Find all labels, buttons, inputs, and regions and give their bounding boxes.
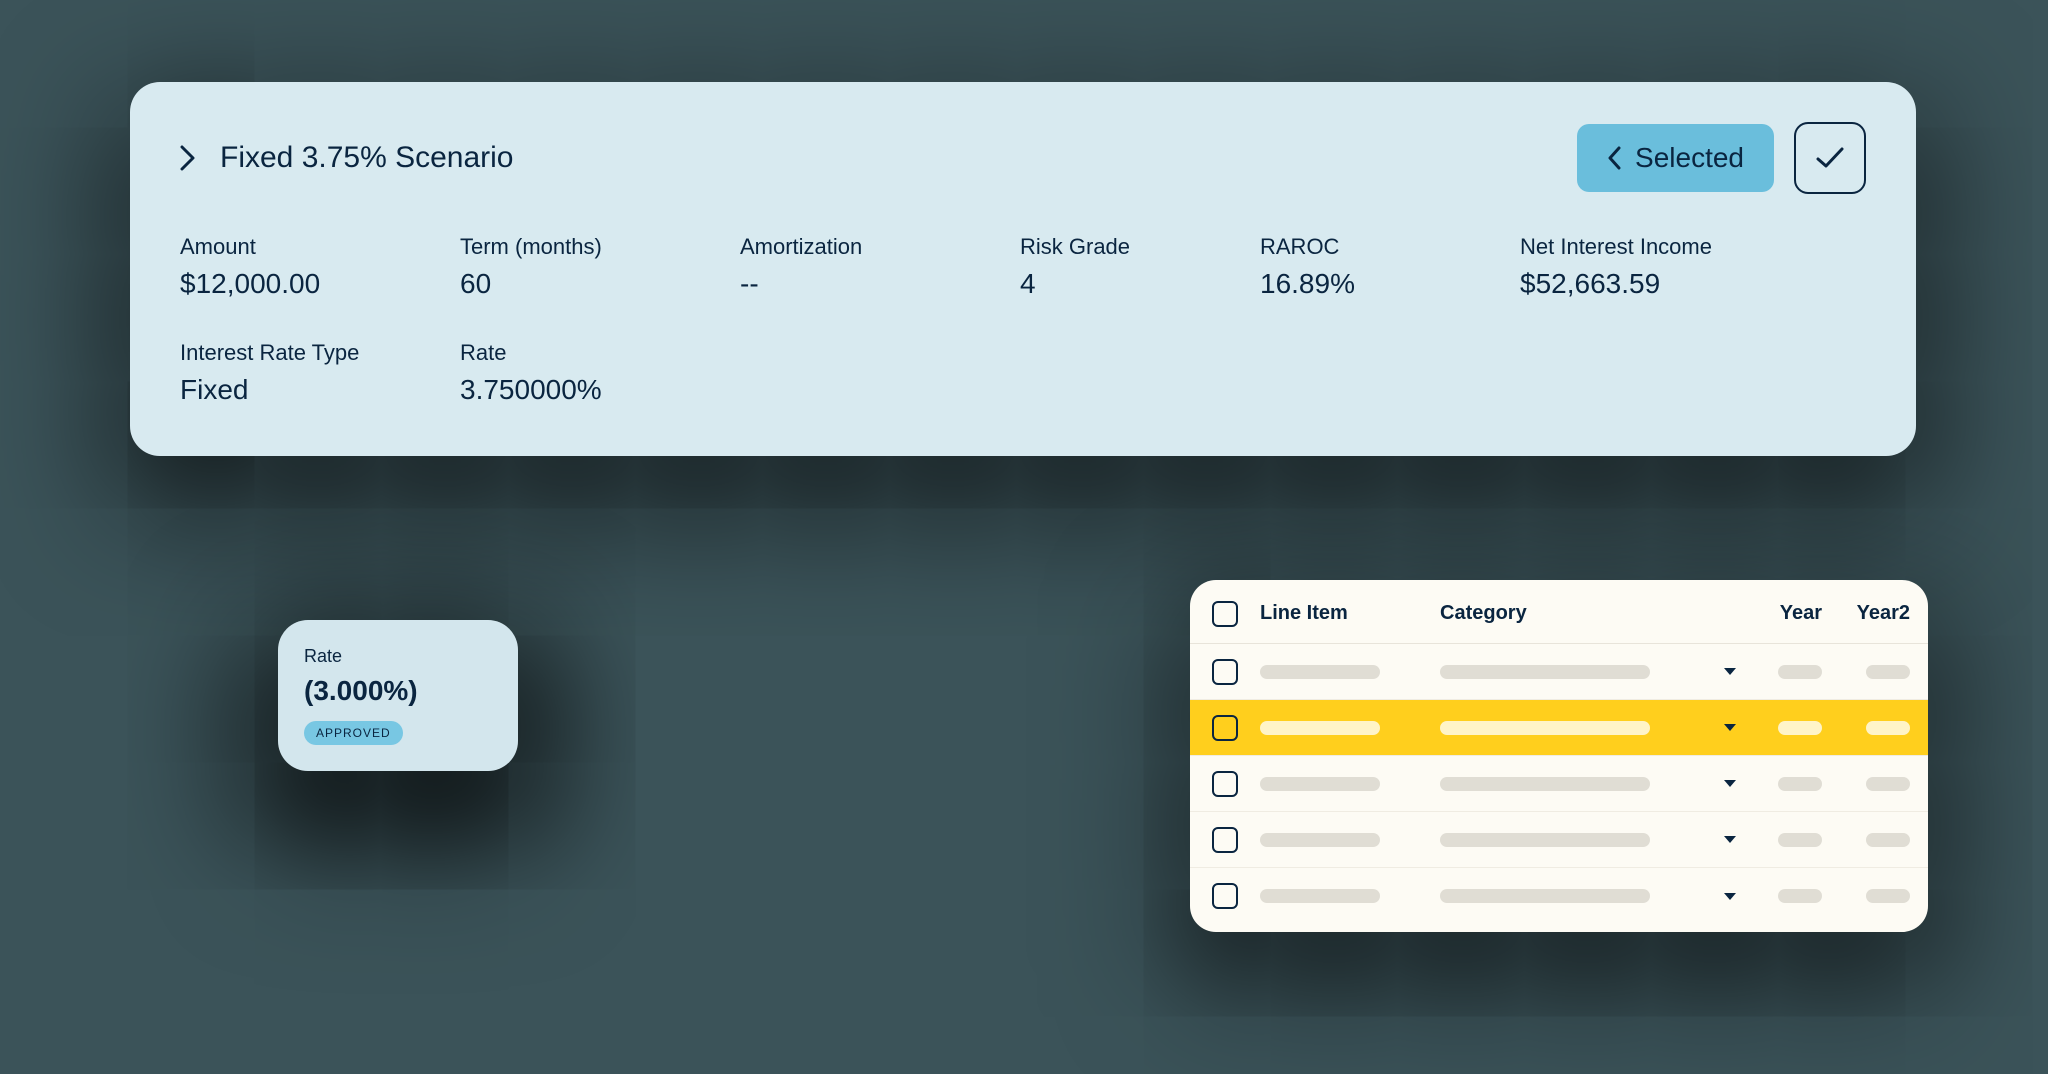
year2-placeholder xyxy=(1866,777,1910,791)
year-placeholder xyxy=(1778,833,1822,847)
select-all-checkbox[interactable] xyxy=(1212,601,1238,627)
category-dropdown[interactable] xyxy=(1710,836,1750,843)
category-dropdown[interactable] xyxy=(1710,780,1750,787)
scenario-title: Fixed 3.75% Scenario xyxy=(220,141,514,175)
category-dropdown[interactable] xyxy=(1710,893,1750,900)
metric-label: Amortization xyxy=(740,234,1020,260)
scenario-title-wrap[interactable]: Fixed 3.75% Scenario xyxy=(180,141,514,175)
selected-label: Selected xyxy=(1635,142,1744,174)
row-checkbox[interactable] xyxy=(1212,827,1238,853)
table-header-row: Line Item Category Year Year2 xyxy=(1190,584,1928,644)
chevron-right-icon xyxy=(180,145,196,171)
metric-label: Amount xyxy=(180,234,460,260)
confirm-button[interactable] xyxy=(1794,122,1866,194)
year2-placeholder xyxy=(1866,833,1910,847)
table-row[interactable] xyxy=(1190,868,1928,924)
chevron-down-icon xyxy=(1724,893,1736,900)
category-placeholder xyxy=(1440,665,1650,679)
line-item-placeholder xyxy=(1260,777,1380,791)
metric-amortization: Amortization -- xyxy=(740,234,1020,300)
metric-label: Interest Rate Type xyxy=(180,340,460,366)
th-year[interactable]: Year xyxy=(1750,602,1840,625)
metric-nii: Net Interest Income $52,663.59 xyxy=(1520,234,1866,300)
line-item-placeholder xyxy=(1260,721,1380,735)
rate-value: (3.000%) xyxy=(304,675,492,707)
row-checkbox[interactable] xyxy=(1212,715,1238,741)
year2-placeholder xyxy=(1866,721,1910,735)
metric-label: Risk Grade xyxy=(1020,234,1260,260)
category-placeholder xyxy=(1440,777,1650,791)
row-checkbox[interactable] xyxy=(1212,883,1238,909)
chevron-down-icon xyxy=(1724,836,1736,843)
metric-raroc: RAROC 16.89% xyxy=(1260,234,1520,300)
scenario-actions: Selected xyxy=(1577,122,1866,194)
metric-value: Fixed xyxy=(180,374,460,406)
selected-button[interactable]: Selected xyxy=(1577,124,1774,192)
table-row[interactable] xyxy=(1190,644,1928,700)
table-row[interactable] xyxy=(1190,812,1928,868)
metric-value: 16.89% xyxy=(1260,268,1520,300)
metric-label: RAROC xyxy=(1260,234,1520,260)
row-checkbox[interactable] xyxy=(1212,771,1238,797)
metrics-row-1: Amount $12,000.00 Term (months) 60 Amort… xyxy=(180,234,1866,406)
metric-value: $52,663.59 xyxy=(1520,268,1866,300)
line-item-placeholder xyxy=(1260,889,1380,903)
table-row[interactable] xyxy=(1190,756,1928,812)
metric-label: Rate xyxy=(460,340,740,366)
th-year2[interactable]: Year2 xyxy=(1840,602,1928,625)
scenario-card: Fixed 3.75% Scenario Selected Amount $12… xyxy=(130,82,1916,456)
metric-term: Term (months) 60 xyxy=(460,234,740,300)
chevron-down-icon xyxy=(1724,724,1736,731)
metric-rate-type: Interest Rate Type Fixed xyxy=(180,340,460,406)
category-dropdown[interactable] xyxy=(1710,668,1750,675)
metric-value: 4 xyxy=(1020,268,1260,300)
category-placeholder xyxy=(1440,721,1650,735)
category-placeholder xyxy=(1440,833,1650,847)
metric-value: 3.750000% xyxy=(460,374,740,406)
line-item-table: Line Item Category Year Year2 xyxy=(1190,580,1928,932)
metric-value: -- xyxy=(740,268,1020,300)
metric-value: $12,000.00 xyxy=(180,268,460,300)
metric-amount: Amount $12,000.00 xyxy=(180,234,460,300)
row-checkbox[interactable] xyxy=(1212,659,1238,685)
metric-label: Net Interest Income xyxy=(1520,234,1866,260)
status-badge: APPROVED xyxy=(304,721,403,745)
th-line-item[interactable]: Line Item xyxy=(1260,602,1440,625)
year-placeholder xyxy=(1778,889,1822,903)
table-row[interactable] xyxy=(1190,700,1928,756)
metric-label: Term (months) xyxy=(460,234,740,260)
chevron-down-icon xyxy=(1724,780,1736,787)
chevron-left-icon xyxy=(1607,146,1621,170)
year-placeholder xyxy=(1778,777,1822,791)
line-item-placeholder xyxy=(1260,665,1380,679)
year2-placeholder xyxy=(1866,665,1910,679)
category-placeholder xyxy=(1440,889,1650,903)
rate-card: Rate (3.000%) APPROVED xyxy=(278,620,518,771)
year-placeholder xyxy=(1778,721,1822,735)
th-category[interactable]: Category xyxy=(1440,602,1710,625)
year2-placeholder xyxy=(1866,889,1910,903)
rate-label: Rate xyxy=(304,646,492,667)
year-placeholder xyxy=(1778,665,1822,679)
chevron-down-icon xyxy=(1724,668,1736,675)
metric-value: 60 xyxy=(460,268,740,300)
metric-risk-grade: Risk Grade 4 xyxy=(1020,234,1260,300)
line-item-placeholder xyxy=(1260,833,1380,847)
scenario-header: Fixed 3.75% Scenario Selected xyxy=(180,122,1866,194)
check-icon xyxy=(1815,146,1845,170)
metric-rate: Rate 3.750000% xyxy=(460,340,740,406)
category-dropdown[interactable] xyxy=(1710,724,1750,731)
